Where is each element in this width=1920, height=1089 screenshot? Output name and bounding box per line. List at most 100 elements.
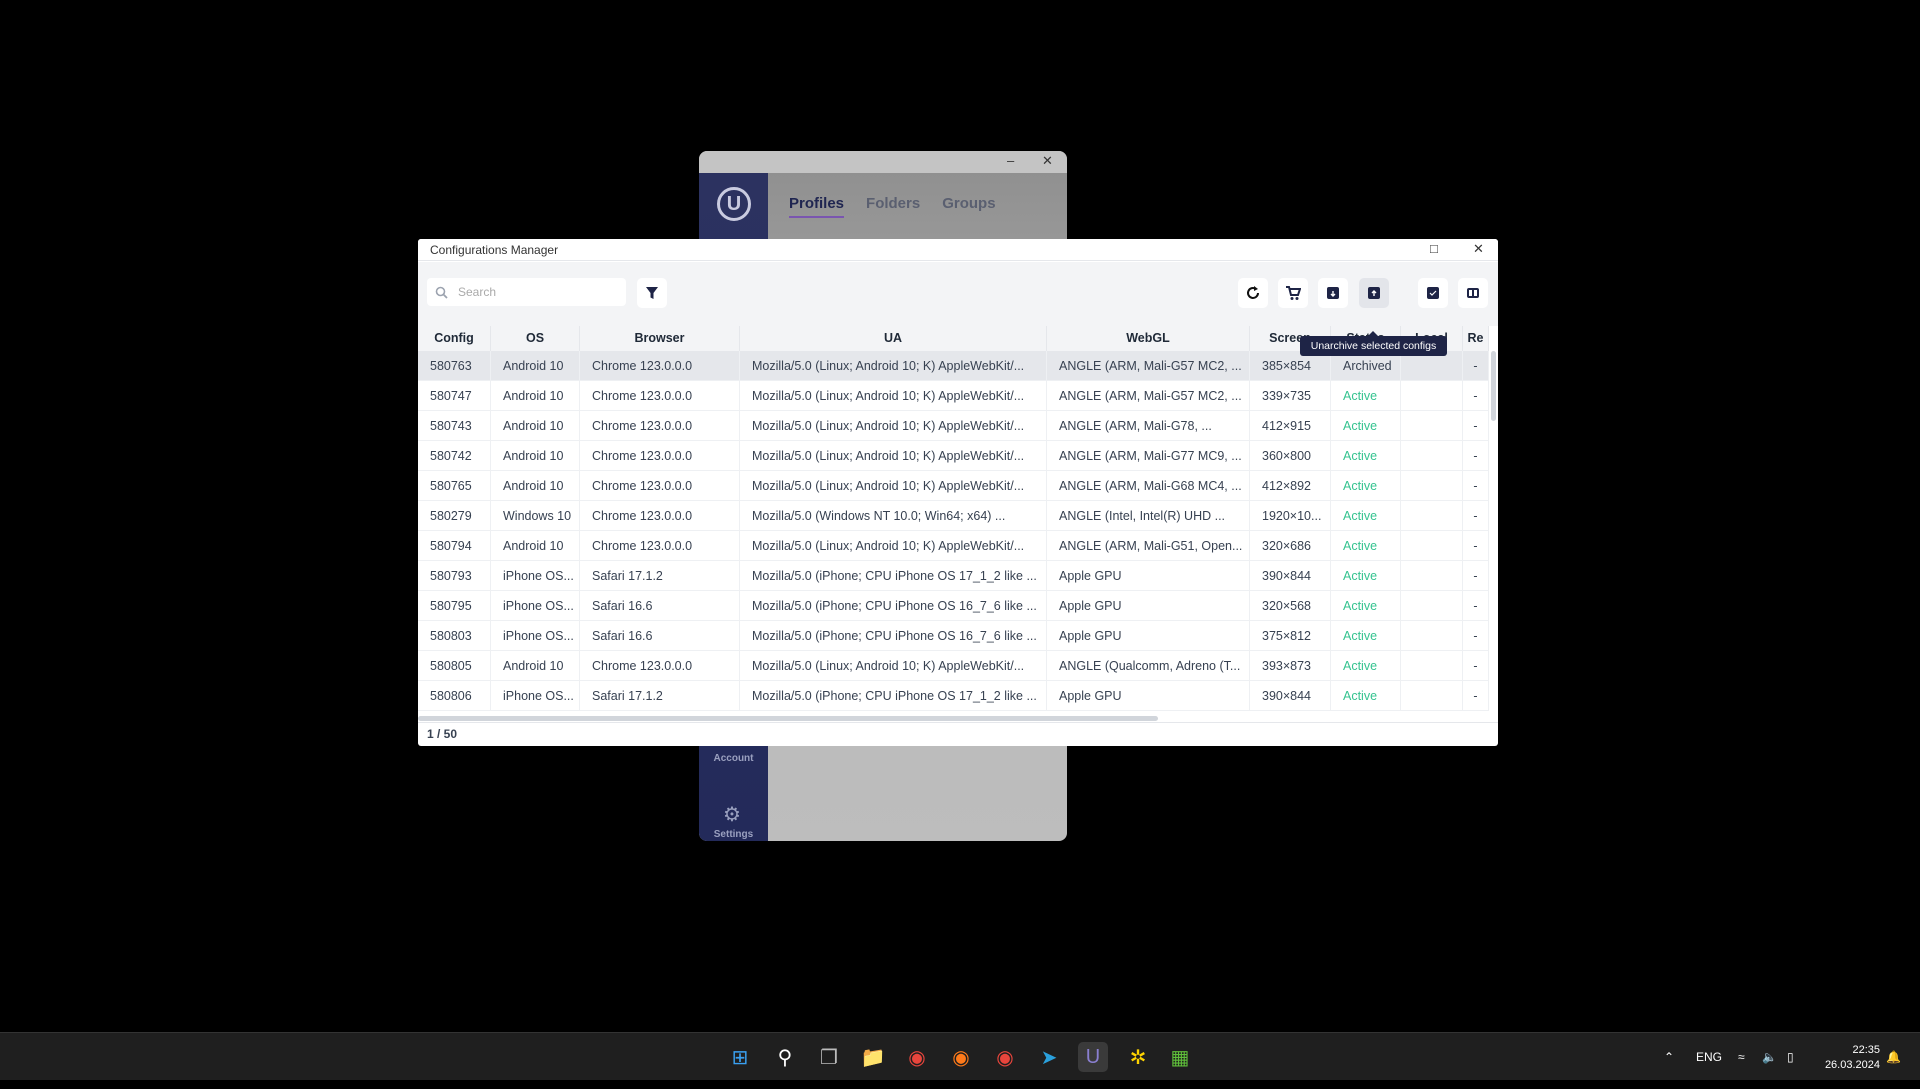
volume-icon[interactable]: 🔈 <box>1762 1033 1777 1081</box>
cell-status: Active <box>1331 561 1401 590</box>
sidebar-item-settings[interactable]: Settings <box>699 829 768 840</box>
cell-os: Android 10 <box>491 351 580 380</box>
app-icon[interactable]: ✲ <box>1123 1042 1153 1072</box>
cell-webgl: ANGLE (ARM, Mali-G51, Open... <box>1047 531 1250 560</box>
search-input[interactable] <box>458 285 608 299</box>
select-all-button[interactable] <box>1418 278 1448 308</box>
minimize-icon[interactable]: – <box>1007 153 1014 168</box>
cell-browser: Chrome 123.0.0.0 <box>580 651 740 680</box>
cell-webgl: Apple GPU <box>1047 591 1250 620</box>
cell-local <box>1401 381 1463 410</box>
notification-bell-icon[interactable]: 🔔 <box>1886 1033 1901 1081</box>
cell-os: iPhone OS... <box>491 681 580 710</box>
cell-re: - <box>1463 591 1489 620</box>
table-row[interactable]: 580793 iPhone OS... Safari 17.1.2 Mozilla/5… <box>418 561 1489 591</box>
undetectable-icon[interactable]: U <box>1078 1042 1108 1072</box>
tab-profiles[interactable]: Profiles <box>789 195 845 218</box>
cell-screen: 390×844 <box>1250 681 1331 710</box>
tray-chevron-icon[interactable]: ⌃ <box>1664 1033 1674 1081</box>
cell-re: - <box>1463 681 1489 710</box>
pagination: 1 / 50 <box>418 722 1498 746</box>
battery-icon[interactable]: ▯ <box>1787 1033 1794 1081</box>
cell-status: Active <box>1331 621 1401 650</box>
telegram-icon[interactable]: ➤ <box>1034 1042 1064 1072</box>
close-icon[interactable]: ✕ <box>1042 153 1053 169</box>
cell-ua: Mozilla/5.0 (Linux; Android 10; K) Apple… <box>740 651 1047 680</box>
cell-status: Active <box>1331 651 1401 680</box>
table-row[interactable]: 580743 Android 10 Chrome 123.0.0.0 Mozilla/… <box>418 411 1489 441</box>
cell-config-id: 580793 <box>418 561 491 590</box>
table-row[interactable]: 580742 Android 10 Chrome 123.0.0.0 Mozilla/… <box>418 441 1489 471</box>
table-row[interactable]: 580794 Android 10 Chrome 123.0.0.0 Mozilla/… <box>418 531 1489 561</box>
table-row[interactable]: 580795 iPhone OS... Safari 16.6 Mozilla/5.0… <box>418 591 1489 621</box>
cell-config-id: 580803 <box>418 621 491 650</box>
cell-re: - <box>1463 531 1489 560</box>
table-row[interactable]: 580765 Android 10 Chrome 123.0.0.0 Mozilla/… <box>418 471 1489 501</box>
tab-groups[interactable]: Groups <box>942 195 995 218</box>
firefox-icon[interactable]: ◉ <box>946 1042 976 1072</box>
search-icon[interactable]: ⚲ <box>770 1042 800 1072</box>
cell-os: iPhone OS... <box>491 591 580 620</box>
cell-re: - <box>1463 351 1489 380</box>
dialog-title: Configurations Manager <box>430 243 559 257</box>
cell-screen: 412×915 <box>1250 411 1331 440</box>
cell-browser: Chrome 123.0.0.0 <box>580 531 740 560</box>
chrome-icon[interactable]: ◉ <box>902 1042 932 1072</box>
cell-screen: 375×812 <box>1250 621 1331 650</box>
cell-os: Android 10 <box>491 441 580 470</box>
column-header-config[interactable]: Config <box>418 326 491 351</box>
sidebar-item-account[interactable]: Account <box>699 753 768 764</box>
background-titlebar: – ✕ <box>699 151 1067 173</box>
chrome-profile-icon[interactable]: ◉ <box>990 1042 1020 1072</box>
cell-config-id: 580765 <box>418 471 491 500</box>
cell-os: iPhone OS... <box>491 561 580 590</box>
column-header-webgl[interactable]: WebGL <box>1047 326 1250 351</box>
table-row[interactable]: 580803 iPhone OS... Safari 16.6 Mozilla/5.0… <box>418 621 1489 651</box>
column-header-browser[interactable]: Browser <box>580 326 740 351</box>
cell-local <box>1401 441 1463 470</box>
vertical-scrollbar[interactable] <box>1491 351 1496 421</box>
cell-screen: 393×873 <box>1250 651 1331 680</box>
clock-date[interactable]: 26.03.2024 <box>1820 1041 1880 1089</box>
gear-icon[interactable]: ⚙ <box>723 802 741 827</box>
cell-screen: 320×686 <box>1250 531 1331 560</box>
filter-button[interactable] <box>637 278 667 308</box>
table-row[interactable]: 580279 Windows 10 Chrome 123.0.0.0 Mozilla/… <box>418 501 1489 531</box>
filter-icon <box>646 287 658 299</box>
cell-os: Android 10 <box>491 471 580 500</box>
cell-status: Active <box>1331 681 1401 710</box>
file-explorer-icon[interactable]: 📁 <box>858 1042 888 1072</box>
cell-status: Active <box>1331 441 1401 470</box>
language-indicator[interactable]: ENG <box>1696 1033 1722 1081</box>
wifi-icon[interactable]: ≈ <box>1738 1033 1745 1081</box>
archive-button[interactable] <box>1318 278 1348 308</box>
cell-webgl: ANGLE (ARM, Mali-G57 MC2, ... <box>1047 351 1250 380</box>
windows-start-icon[interactable]: ⊞ <box>725 1042 755 1072</box>
close-icon[interactable]: ✕ <box>1473 241 1484 257</box>
cell-local <box>1401 591 1463 620</box>
horizontal-scrollbar[interactable] <box>418 716 1158 721</box>
column-header-ua[interactable]: UA <box>740 326 1047 351</box>
columns-button[interactable] <box>1458 278 1488 308</box>
column-header-re[interactable]: Re <box>1463 326 1489 351</box>
search-box[interactable] <box>427 278 626 306</box>
maximize-icon[interactable]: □ <box>1430 241 1438 256</box>
dialog-titlebar: Configurations Manager □ ✕ <box>418 239 1498 261</box>
cell-ua: Mozilla/5.0 (iPhone; CPU iPhone OS 16_7_… <box>740 591 1047 620</box>
notepad-icon[interactable]: ▦ <box>1165 1042 1195 1072</box>
cell-os: Windows 10 <box>491 501 580 530</box>
cell-re: - <box>1463 651 1489 680</box>
table-row[interactable]: 580806 iPhone OS... Safari 17.1.2 Mozilla/5… <box>418 681 1489 711</box>
table-row[interactable]: 580805 Android 10 Chrome 123.0.0.0 Mozilla/… <box>418 651 1489 681</box>
cell-config-id: 580747 <box>418 381 491 410</box>
cart-button[interactable] <box>1278 278 1308 308</box>
refresh-icon <box>1247 286 1259 299</box>
refresh-button[interactable] <box>1238 278 1268 308</box>
cell-browser: Chrome 123.0.0.0 <box>580 471 740 500</box>
unarchive-icon <box>1368 287 1380 299</box>
unarchive-button[interactable] <box>1359 278 1389 308</box>
table-row[interactable]: 580747 Android 10 Chrome 123.0.0.0 Mozilla/… <box>418 381 1489 411</box>
column-header-os[interactable]: OS <box>491 326 580 351</box>
task-view-icon[interactable]: ❐ <box>814 1042 844 1072</box>
tab-folders[interactable]: Folders <box>866 195 920 218</box>
